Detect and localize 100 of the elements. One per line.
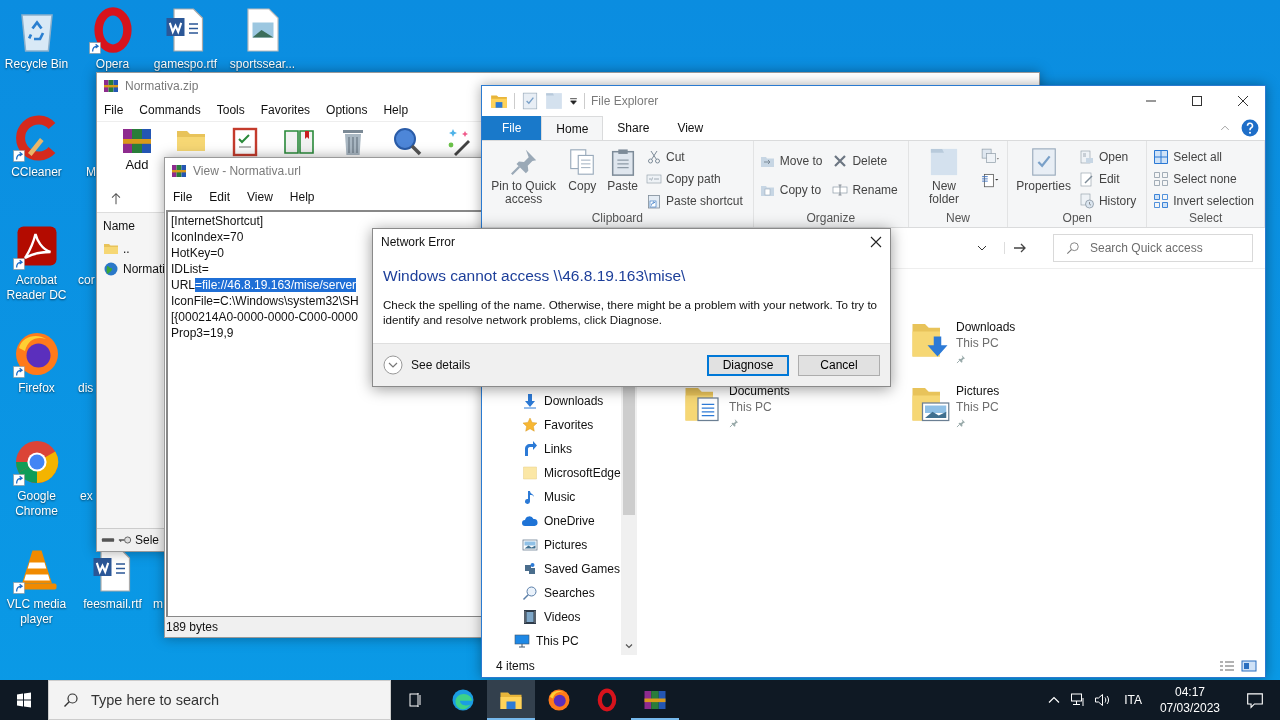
file-row[interactable]: Normati (103, 261, 163, 277)
ribbon-tab[interactable]: File (482, 116, 542, 140)
ribbon-button[interactable]: Delete (832, 151, 902, 170)
ribbon-button[interactable]: Paste (605, 145, 640, 195)
menu-item[interactable]: Favorites (260, 103, 311, 117)
folder-tile[interactable]: Documents This PC (683, 383, 910, 447)
column-header[interactable]: Name (103, 219, 163, 233)
open-icon (1078, 148, 1095, 165)
close-icon[interactable] (1237, 95, 1249, 107)
desktop-icon-label[interactable]: sportssear... (227, 57, 298, 72)
folder-icon (490, 92, 508, 110)
taskbar-app-button[interactable] (487, 680, 535, 720)
toolbar-button[interactable]: Add (117, 122, 157, 172)
edit-icon (1078, 170, 1095, 187)
menu-item[interactable]: Tools (216, 103, 245, 117)
folder-tile[interactable]: Downloads This PC (910, 319, 1137, 383)
ribbon-button[interactable]: History (1078, 191, 1141, 210)
text-line: [{000214A0-0000-0000-C000-0000 (171, 310, 358, 324)
text-line: IDList= (171, 262, 209, 276)
menu-item[interactable]: Options (326, 103, 368, 117)
arrow-icon[interactable] (1004, 242, 1027, 254)
ribbon-button[interactable]: Properties (1014, 145, 1073, 195)
menu-item[interactable]: View (247, 190, 273, 204)
rename-icon (832, 181, 849, 198)
ribbon-button[interactable]: Copy to (759, 180, 827, 199)
group-label: Clipboard (590, 211, 645, 227)
ribbon-button[interactable]: Edit (1078, 169, 1141, 188)
download-arrow-icon (522, 393, 538, 409)
details-toggle[interactable]: See details (383, 355, 471, 375)
new-folder-icon (545, 92, 563, 110)
books-stack-icon (103, 78, 119, 94)
properties-icon (521, 92, 539, 110)
chevron-circle-icon (383, 355, 403, 375)
ribbon-button[interactable]: Select none (1153, 169, 1258, 188)
maximize-icon[interactable] (1191, 95, 1203, 107)
menu-item[interactable]: File (173, 190, 193, 204)
network-icon (1070, 692, 1087, 708)
group-label: Organize (805, 211, 857, 227)
text-line: Prop3=19,9 (171, 326, 234, 340)
menu-item[interactable]: Commands (139, 103, 201, 117)
ribbon-button[interactable]: Rename (832, 180, 902, 199)
help-icon (1241, 119, 1259, 137)
dialog-button[interactable]: Diagnose (707, 354, 789, 376)
menu-item[interactable]: Edit (209, 190, 231, 204)
pin-icon (956, 418, 966, 428)
desktop-icon-label[interactable]: Recycle Bin (2, 57, 71, 72)
group-label: Select (1187, 211, 1224, 227)
caret-icon[interactable] (569, 96, 578, 106)
globe-icon (103, 261, 119, 277)
ribbon-button[interactable]: Paste shortcut (646, 191, 747, 210)
new-folder-icon (929, 147, 959, 177)
wave-logo-icon (451, 688, 475, 712)
ribbon-button[interactable]: New folder (914, 145, 974, 208)
scissors-icon (646, 148, 662, 165)
status-text: 4 items (496, 659, 535, 673)
desktop-icon-label[interactable]: gamespo.rtf (151, 57, 220, 72)
new-item-icon (979, 148, 1002, 166)
ribbon-tab[interactable]: Share (603, 116, 664, 140)
folder-tile[interactable]: Pictures This PC (910, 383, 1137, 447)
notification-icon (1246, 691, 1264, 709)
magnifier-icon (391, 125, 423, 157)
ribbon-button[interactable]: Copy path (646, 169, 747, 188)
picture-icon (522, 537, 538, 553)
link-arrow-icon (522, 441, 538, 457)
menu-item[interactable]: File (104, 103, 124, 117)
ribbon-button[interactable]: Pin to Quick access (488, 145, 560, 208)
ribbon-button[interactable]: Cut (646, 147, 747, 166)
window-title: File Explorer (591, 94, 659, 108)
ribbon-button[interactable]: Select all (1153, 147, 1258, 166)
desktop-icon-label[interactable]: Opera (93, 57, 132, 72)
game-piece-icon (522, 561, 538, 577)
clock[interactable]: 04:17 07/03/2023 (1155, 684, 1224, 716)
menu-item[interactable]: Help (383, 103, 409, 117)
search-field[interactable]: Type here to search (48, 680, 391, 720)
tiles-view-icon[interactable] (1241, 660, 1257, 672)
close-icon[interactable] (870, 236, 882, 248)
file-row[interactable]: .. (103, 241, 163, 257)
fox-globe-icon (547, 688, 571, 712)
ribbon-button[interactable]: Copy (565, 145, 600, 195)
select-none-icon (1153, 170, 1170, 187)
menu-item[interactable]: Help (289, 190, 315, 204)
windows-start-icon (16, 692, 32, 708)
ribbon-tab[interactable]: Home (541, 116, 604, 140)
ribbon-button[interactable]: Move to (759, 151, 827, 170)
status-text: 189 bytes (166, 620, 219, 634)
monitor-icon (514, 633, 530, 649)
dialog-button[interactable]: Cancel (798, 354, 880, 376)
ribbon-tab[interactable]: View (663, 116, 718, 140)
nav-item[interactable]: This PC (482, 629, 621, 653)
search-icon (63, 692, 79, 708)
dialog-title: Network Error (381, 235, 455, 249)
ribbon-button[interactable]: Invert selection (1153, 191, 1258, 210)
ribbon-button[interactable]: Open (1078, 147, 1141, 166)
pin-icon (508, 147, 539, 177)
text-line: IconIndex=70 (171, 230, 244, 244)
language-indicator[interactable]: ITA (1118, 693, 1148, 707)
selected-text: =file://46.8.19.163/mise/server (195, 278, 357, 292)
search-field[interactable]: Search Quick access (1053, 234, 1253, 262)
delete-icon (832, 152, 849, 169)
pin-icon (956, 354, 966, 364)
